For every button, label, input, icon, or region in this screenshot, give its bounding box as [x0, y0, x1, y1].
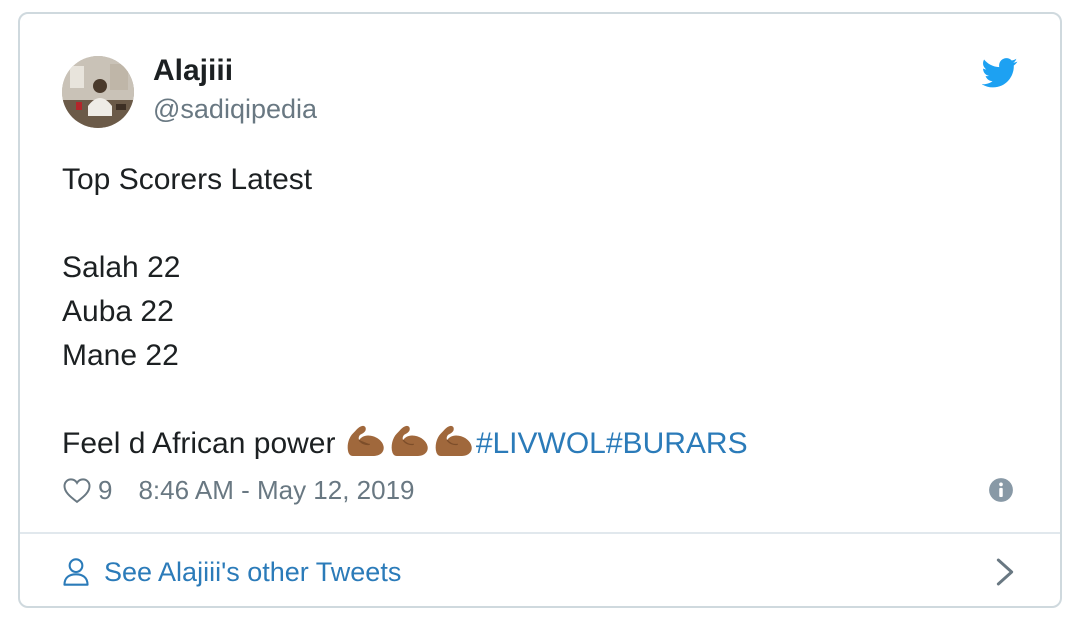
tweet-line	[62, 202, 748, 246]
embedded-tweet-card: Alajiii @sadiqipedia Top Scorers Latest …	[18, 12, 1062, 608]
see-other-tweets-link[interactable]: See Alajiii's other Tweets	[62, 552, 401, 592]
tweet-line: Salah 22	[62, 251, 181, 284]
heart-icon[interactable]	[62, 476, 92, 504]
avatar[interactable]	[62, 56, 134, 128]
author-name[interactable]: Alajiii	[153, 54, 233, 88]
hashtag-link[interactable]: #BURARS	[606, 427, 748, 460]
flexed-biceps-icon	[347, 425, 384, 456]
tweet-line: Mane 22	[62, 339, 179, 372]
tweet-line-text: Feel d African power	[62, 427, 344, 460]
tweet-line: Top Scorers Latest	[62, 163, 313, 196]
twitter-bird-icon[interactable]	[982, 57, 1018, 89]
see-other-tweets-label[interactable]: See Alajiii's other Tweets	[104, 557, 401, 588]
chevron-right-icon[interactable]	[994, 556, 1016, 588]
person-icon	[63, 558, 89, 586]
hashtag-link[interactable]: #LIVWOL	[476, 427, 606, 460]
flexed-biceps-icon	[435, 425, 472, 456]
tweet-line	[62, 378, 748, 422]
tweet-line: Auba 22	[62, 295, 174, 328]
tweet-meta: 9 8:46 AM - May 12, 2019	[62, 472, 415, 508]
flexed-biceps-icon	[391, 425, 428, 456]
author-handle[interactable]: @sadiqipedia	[153, 94, 317, 125]
tweet-text: Top Scorers Latest Salah 22 Auba 22 Mane…	[62, 158, 748, 466]
like-count[interactable]: 9	[98, 475, 112, 506]
tweet-last-line: Feel d African power #LIVWOL#BURARS	[62, 422, 748, 466]
info-icon[interactable]	[988, 477, 1014, 503]
tweet-timestamp[interactable]: 8:46 AM - May 12, 2019	[138, 475, 414, 506]
divider	[20, 532, 1060, 534]
